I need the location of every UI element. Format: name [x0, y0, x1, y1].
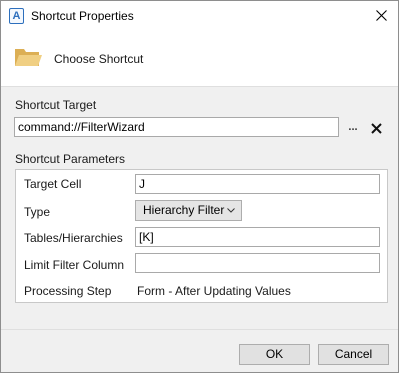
chevron-down-icon	[227, 208, 235, 213]
tables-hierarchies-input[interactable]: [K]	[135, 227, 380, 247]
close-icon	[376, 10, 387, 21]
clear-target-button[interactable]	[370, 121, 384, 135]
app-icon: A	[9, 8, 24, 24]
title-bar[interactable]: A Shortcut Properties	[1, 1, 398, 31]
window-title: Shortcut Properties	[31, 9, 134, 23]
shortcut-properties-dialog: A Shortcut Properties Choose Shortcut Sh…	[0, 0, 399, 373]
type-dropdown[interactable]: Hierarchy Filter	[135, 200, 242, 221]
type-dropdown-value: Hierarchy Filter	[143, 203, 225, 217]
ok-button[interactable]: OK	[239, 344, 310, 365]
cancel-button[interactable]: Cancel	[318, 344, 389, 365]
browse-button[interactable]: ...	[344, 121, 362, 135]
window-close-button[interactable]	[365, 1, 398, 31]
target-cell-label: Target Cell	[24, 177, 82, 191]
shortcut-parameters-label: Shortcut Parameters	[15, 152, 126, 166]
close-icon	[371, 123, 382, 134]
type-label: Type	[24, 205, 51, 219]
header-title: Choose Shortcut	[54, 52, 144, 66]
folder-icon	[15, 49, 42, 66]
limit-filter-column-input[interactable]	[135, 253, 380, 273]
shortcut-target-label: Shortcut Target	[15, 98, 97, 112]
limit-filter-column-label: Limit Filter Column	[24, 258, 125, 272]
shortcut-target-input[interactable]: command://FilterWizard	[14, 117, 339, 137]
processing-step-label: Processing Step	[24, 284, 112, 298]
dialog-header: Choose Shortcut	[1, 31, 398, 86]
target-cell-input[interactable]: J	[135, 174, 380, 194]
processing-step-value: Form - After Updating Values	[137, 284, 291, 298]
tables-hierarchies-label: Tables/Hierarchies	[24, 231, 123, 245]
